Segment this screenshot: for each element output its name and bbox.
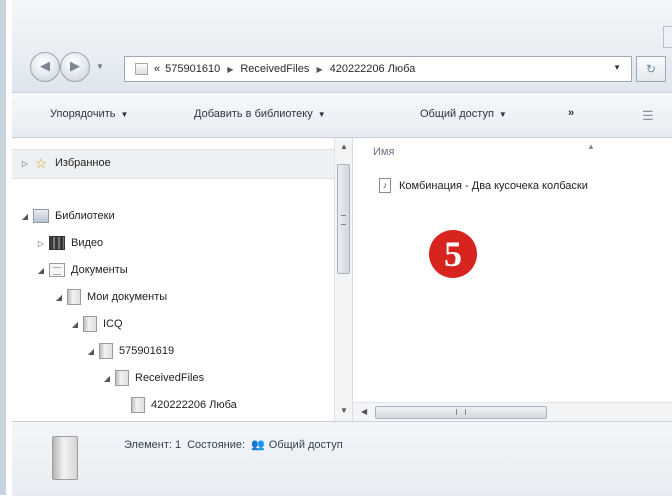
details-pane: Элемент: 1 Состояние: 👥 Общий доступ [12,421,672,496]
sort-ascending-icon: ▲ [587,142,595,151]
breadcrumb-segment-account[interactable]: 575901610 [165,63,220,75]
tree-item-icq[interactable]: ◢ ICQ [70,314,123,334]
forward-button[interactable]: ▶ [60,52,90,82]
scrollbar-thumb[interactable] [337,164,350,274]
collapse-arrow-icon[interactable]: ◢ [20,212,30,221]
breadcrumb-arrow-icon[interactable]: ▶ [227,65,233,74]
expand-arrow-icon[interactable]: ▷ [36,239,46,248]
tree-item-received-files[interactable]: ◢ ReceivedFiles [102,368,204,388]
chevron-down-icon: ▼ [317,110,326,119]
music-file-icon: ♪ [379,178,391,193]
folder-icon [83,316,97,332]
folder-icon [115,370,129,386]
scroll-left-icon[interactable]: ◀ [361,407,367,416]
collapse-arrow-icon[interactable]: ◢ [102,374,112,383]
file-list-pane: Имя ▲ ♪ Комбинация - Два кусочека колбас… [353,138,672,402]
collapse-arrow-icon[interactable]: ◢ [54,293,64,302]
tree-label-documents: Документы [71,264,128,276]
breadcrumb-segment-contact[interactable]: 420222206 Люба [330,63,416,75]
tree-item-favorites[interactable]: ▷ ☆ Избранное [20,153,111,173]
tree-item-account[interactable]: ◢ 575901619 [86,341,174,361]
folder-icon [99,343,113,359]
folder-icon [67,289,81,305]
folder-icon [131,397,145,413]
breadcrumb-segment-received[interactable]: ReceivedFiles [240,63,309,75]
collapse-arrow-icon[interactable]: ◢ [70,320,80,329]
share-button[interactable]: Общий доступ ▼ [420,108,507,120]
recent-pages-dropdown-icon[interactable]: ▼ [96,62,104,71]
tree-label-contact: 420222206 Люба [151,399,237,411]
state-label: Состояние: [187,438,246,451]
navigation-scrollbar[interactable]: ▲ ▼ [334,138,352,421]
tree-label-video: Видео [71,237,104,249]
tree-item-my-documents[interactable]: ◢ Мои документы [54,287,167,307]
window-control-button[interactable] [663,26,672,48]
refresh-button[interactable]: ↻ [636,56,666,82]
chevron-down-icon: ▼ [120,110,129,119]
add-to-library-button[interactable]: Добавить в библиотеку ▼ [194,108,326,120]
scroll-up-icon[interactable]: ▲ [340,142,348,151]
video-library-icon [49,236,65,250]
command-bar: Упорядочить ▼ Добавить в библиотеку ▼ Общи… [12,93,672,138]
tree-label-account: 575901619 [119,345,175,357]
column-header-name[interactable]: Имя ▲ [373,142,595,158]
tree-item-video[interactable]: ▷ Видео [36,233,103,253]
expand-arrow-icon[interactable]: ▷ [20,159,30,168]
organize-label: Упорядочить [50,108,116,120]
horizontal-scrollbar[interactable]: ◀ [353,402,672,422]
scrollbar-thumb[interactable] [375,406,547,419]
address-overflow[interactable]: « [154,63,160,75]
address-dropdown-icon[interactable]: ▼ [613,63,621,72]
collapse-arrow-icon[interactable]: ◢ [36,266,46,275]
collapse-arrow-icon[interactable]: ◢ [86,347,96,356]
refresh-icon: ↻ [645,62,657,76]
step-number-badge: 5 [429,230,477,278]
scroll-down-icon[interactable]: ▼ [340,406,348,415]
breadcrumb-arrow-icon[interactable]: ▶ [316,65,322,74]
tree-item-contact[interactable]: 420222206 Люба [118,395,237,415]
shared-users-icon: 👥 [251,439,265,451]
back-arrow-icon: ◀ [40,58,50,74]
folder-icon [135,63,148,75]
organize-button[interactable]: Упорядочить ▼ [50,108,128,120]
star-icon: ☆ [34,155,48,171]
forward-arrow-icon: ▶ [70,58,80,74]
state-value: Общий доступ [268,438,343,451]
file-item[interactable]: ♪ Комбинация - Два кусочека колбаски [379,178,588,193]
explorer-window: ◀ ▶ ▼ « 575901610 ▶ ReceivedFiles ▶ 4202… [0,0,672,496]
column-header-label: Имя [373,146,395,158]
navigation-pane: ▷ ☆ Избранное ◢ Библиотеки ▷ Видео ◢ Док… [12,138,353,421]
add-to-library-label: Добавить в библиотеку [194,108,313,120]
tree-label-favorites: Избранное [55,157,111,169]
tree-label-icq: ICQ [103,318,123,330]
navigation-buttons: ◀ ▶ ▼ [30,52,120,92]
tree-label-libraries: Библиотеки [55,210,115,222]
folder-icon [52,436,78,480]
share-label: Общий доступ [420,108,494,120]
chevron-down-icon: ▼ [498,110,507,119]
tree-item-documents[interactable]: ◢ Документы [36,260,128,280]
item-count: Элемент: 1 [124,438,182,451]
view-options-icon[interactable]: ☰ [642,108,654,124]
file-name: Комбинация - Два кусочека колбаски [399,179,588,192]
documents-library-icon [49,263,65,277]
back-button[interactable]: ◀ [30,52,60,82]
tree-label-my-documents: Мои документы [87,291,168,303]
details-text: Элемент: 1 Состояние: 👥 Общий доступ [124,438,343,452]
more-commands-button[interactable]: » [568,107,574,119]
address-bar[interactable]: « 575901610 ▶ ReceivedFiles ▶ 420222206 … [124,56,632,82]
tree-label-received-files: ReceivedFiles [135,372,205,384]
tree-item-libraries[interactable]: ◢ Библиотеки [20,206,115,226]
title-bar: ◀ ▶ ▼ « 575901610 ▶ ReceivedFiles ▶ 4202… [12,0,672,93]
library-icon [33,209,49,223]
